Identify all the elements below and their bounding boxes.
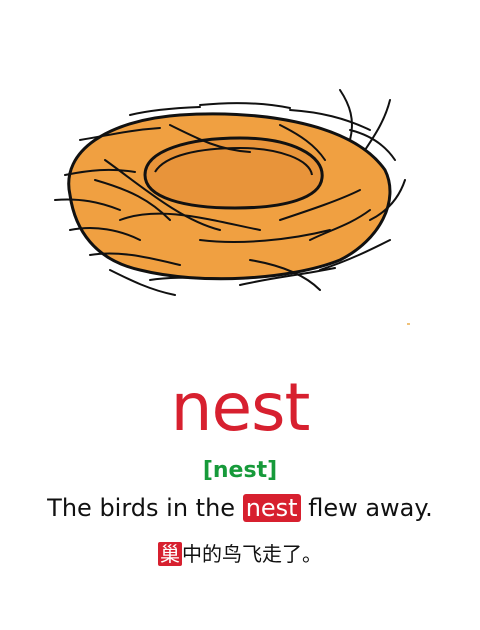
stray-dot: [407, 323, 410, 325]
nest-illustration: [54, 89, 406, 296]
translation-highlight: 巢: [158, 542, 182, 566]
vocab-word: nest: [170, 369, 311, 446]
sentence-before: The birds in the: [47, 494, 243, 522]
phonetic-transcription: [nest]: [202, 458, 278, 483]
chinese-translation: 巢中的鸟飞走了。: [0, 538, 480, 567]
translation-rest: 中的鸟飞走了。: [182, 542, 322, 566]
sentence-after: flew away.: [300, 494, 433, 522]
sentence-highlight: nest: [242, 494, 301, 522]
example-sentence: The birds in the nest flew away.: [0, 494, 480, 522]
